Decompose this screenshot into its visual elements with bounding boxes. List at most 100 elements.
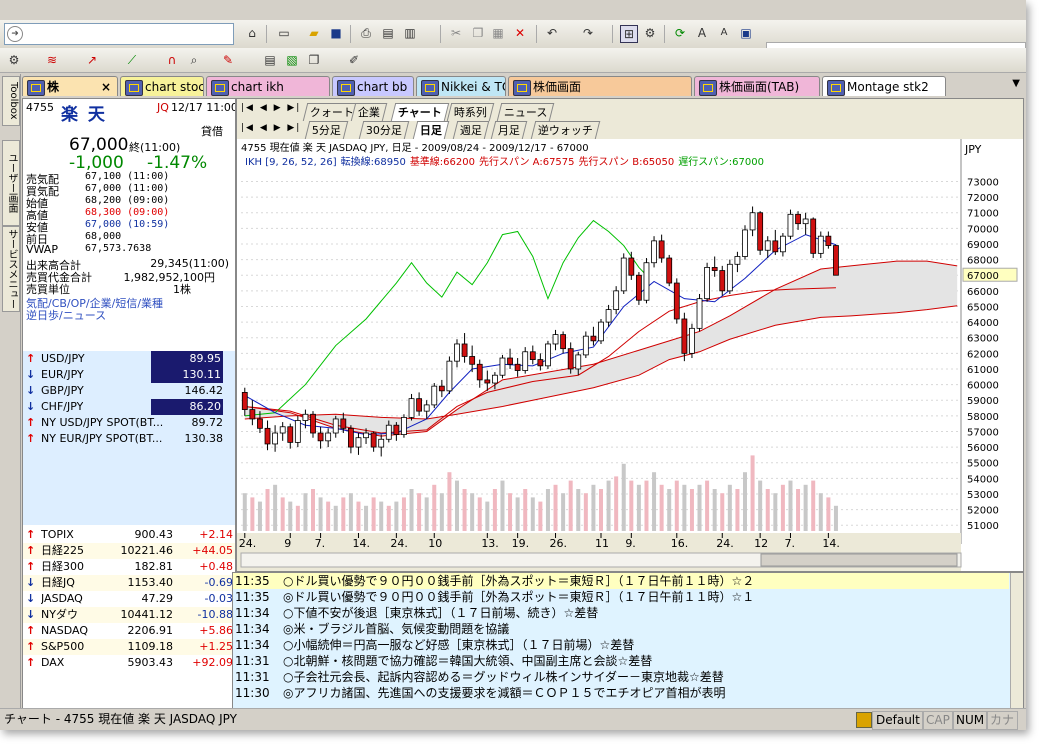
news-headline: ◎ドル買い優勢で９０円００銭手前［外為スポット＝東短Ｒ］（１７日午前１１時）☆１ — [283, 590, 755, 604]
fx-row[interactable]: ↓ CHF/JPY 86.20 — [23, 399, 235, 415]
news-row[interactable]: 11:34 ◎米・ブラジル首脳、気候変動問題を協議 — [233, 621, 1009, 637]
note-icon[interactable]: ✐ — [346, 52, 362, 68]
index-row[interactable]: ↓ JASDAQ 47.29 -0.03 — [23, 591, 235, 607]
settings-icon[interactable]: ⚙ — [642, 25, 658, 41]
delete-icon[interactable]: ✕ — [512, 25, 528, 41]
index-row[interactable]: ↑ TOPIX 900.43 +2.14 — [23, 527, 235, 543]
chart-nav-top[interactable]: |◀ ◀ ▶ ▶| — [241, 103, 301, 113]
news-time: 11:34 — [235, 638, 270, 652]
tab-label: 株 — [47, 80, 60, 94]
go-icon[interactable]: ➜ — [7, 26, 23, 42]
magnet-icon[interactable]: ∩ — [164, 52, 180, 68]
undo-icon[interactable]: ↶ — [544, 25, 560, 41]
font-larger-icon[interactable]: A — [694, 25, 710, 41]
news-row[interactable]: 11:35 ○ドル買い優勢で９０円００銭手前［外為スポット＝東短Ｒ］（１７日午前１… — [233, 573, 1009, 589]
index-row[interactable]: ↑ S&P500 1109.18 +1.25 — [23, 639, 235, 655]
refresh-icon[interactable]: ⟳ — [672, 25, 688, 41]
user-screen-button[interactable]: ユーザー画面 — [2, 140, 20, 226]
index-row[interactable]: ↑ 日経300 182.81 +0.48 — [23, 559, 235, 575]
chart-tab-top-3[interactable]: 時系列 — [446, 103, 495, 121]
new-icon[interactable]: ▭ — [276, 25, 292, 41]
index-row[interactable]: ↑ DAX 5903.43 +92.09 — [23, 655, 235, 671]
x-tick-label: 14. — [352, 537, 370, 550]
service-menu-button[interactable]: サービスメニュー — [2, 226, 20, 312]
fx-value: 89.72 — [191, 416, 224, 429]
index-row[interactable]: ↓ 日経JQ 1153.40 -0.69 — [23, 575, 235, 591]
tab-4[interactable]: Nikkei & TOPIX charts — [416, 76, 506, 96]
chart-tab-top-2[interactable]: チャート — [390, 103, 450, 121]
news-row[interactable]: 11:31 ○北朝鮮・核問題で協力確認＝韓国大統領、中国副主席と会談☆差替 — [233, 653, 1009, 669]
tab-6[interactable]: 株価画面(TAB) — [694, 76, 820, 96]
tab-7[interactable]: Montage stk2 — [822, 76, 946, 96]
volume-bar — [606, 480, 611, 531]
list-icon[interactable]: ▤ — [262, 52, 278, 68]
index-row[interactable]: ↓ NYダウ 10441.12 -10.88 — [23, 607, 235, 623]
fx-row[interactable]: ↑ NY EUR/JPY SPOT(BT... 130.38 — [23, 431, 235, 447]
quote-links-2[interactable]: 逆日歩/ニュース — [26, 307, 106, 323]
ichimoku-chart[interactable]: 4755 現在値 楽 天 JASDAQ JPY, 日足 - 2009/08/24… — [237, 139, 1023, 571]
chart-tab-bottom-0[interactable]: 5分足 — [304, 121, 349, 139]
chart-header: 4755 現在値 楽 天 JASDAQ JPY, 日足 - 2009/08/24… — [241, 141, 589, 154]
scrollbar-thumb[interactable] — [760, 553, 958, 567]
news-row[interactable]: 11:30 ◎アフリカ諸国、先進国への支援要求を減額＝ＣＯＰ１５でエチオピア首相が… — [233, 685, 1009, 701]
news-row[interactable]: 11:31 ○子会社元会長、起訴内容認める＝グッドウィル株インサイダー－東京地裁☆… — [233, 669, 1009, 685]
legend-kijun: 基準線:66200 — [410, 155, 475, 168]
fx-row[interactable]: ↓ GBP/JPY 146.42 — [23, 383, 235, 399]
drawing-icon[interactable]: ↗ — [84, 52, 100, 68]
tab-0[interactable]: 株 × — [22, 76, 118, 96]
copy-chart-icon[interactable]: ❐ — [306, 52, 322, 68]
news-row[interactable]: 11:34 ○小幅続伸＝円高一服など好感［東京株式］（１７日前場）☆差替 — [233, 637, 1009, 653]
index-row[interactable]: ↑ NASDAQ 2206.91 +5.86 — [23, 623, 235, 639]
paste-icon[interactable]: ▦ — [490, 25, 506, 41]
preview-icon[interactable]: ▤ — [380, 25, 396, 41]
toolbox-button[interactable]: Toolbox — [2, 76, 20, 126]
cut-icon[interactable]: ✂ — [448, 25, 464, 41]
legend-spanA: 先行スパン A:67575 — [479, 155, 575, 168]
layout-icon[interactable]: ⊞ — [620, 25, 638, 43]
open-icon[interactable]: ▰ — [306, 25, 322, 41]
save-icon[interactable]: ■ — [328, 25, 344, 41]
symbol-input[interactable]: ➜ — [4, 23, 234, 45]
window-icon[interactable]: ▣ — [738, 25, 754, 41]
arrow-up-icon: ↑ — [26, 640, 36, 653]
index-change: +5.86 — [199, 624, 233, 637]
volume-bar — [538, 501, 543, 531]
tab-1[interactable]: chart stock — [120, 76, 204, 96]
chart-tab-bottom-5[interactable]: 逆ウォッチ — [530, 121, 601, 139]
news-row[interactable]: 11:34 ○下値不安が後退［東京株式］（１７日前場、続き）☆差替 — [233, 605, 1009, 621]
trendline-icon[interactable]: ⟋ — [124, 52, 140, 68]
export-icon[interactable]: ▧ — [284, 52, 300, 68]
redo-icon[interactable]: ↷ — [580, 25, 596, 41]
index-name: NASDAQ — [41, 624, 89, 637]
news-time: 11:34 — [235, 606, 270, 620]
tab-3[interactable]: chart bb — [332, 76, 414, 96]
zoom-icon[interactable]: ⌕ — [186, 52, 202, 68]
chart-tab-bottom-3[interactable]: 週足 — [452, 121, 490, 139]
chart-tab-bottom-1[interactable]: 30分足 — [358, 121, 410, 139]
tab-list-icon[interactable]: ▼ — [1012, 78, 1020, 89]
copy-icon[interactable]: ❐ — [470, 25, 486, 41]
tab-5[interactable]: 株価画面 — [508, 76, 692, 96]
index-row[interactable]: ↑ 日経225 10221.46 +44.05 — [23, 543, 235, 559]
indicator-icon[interactable]: ≋ — [44, 52, 60, 68]
print-icon[interactable]: ⎙ — [358, 25, 374, 41]
pointer-icon[interactable]: ✎ — [220, 52, 236, 68]
copy-page-icon[interactable]: ▥ — [402, 25, 418, 41]
chart-tab-bottom-2[interactable]: 日足 — [412, 121, 450, 139]
fx-row[interactable]: ↓ EUR/JPY 130.11 — [23, 367, 235, 383]
chart-nav-bottom[interactable]: |◀ ◀ ▶ ▶| — [241, 123, 301, 133]
tab-2[interactable]: chart ikh — [206, 76, 330, 96]
gear-icon[interactable]: ⚙ — [6, 52, 22, 68]
news-row[interactable]: 11:35 ◎ドル買い優勢で９０円００銭手前［外為スポット＝東短Ｒ］（１７日午前１… — [233, 589, 1009, 605]
chart-tab-top-4[interactable]: ニュース — [496, 103, 555, 121]
chart-tab-top-1[interactable]: 企業 — [350, 103, 388, 121]
left-panel: 4755 楽 天 JQ 12/17 11:00 貸借 67,000 終(11:0… — [22, 98, 236, 710]
close-icon[interactable]: × — [101, 77, 111, 96]
fx-row[interactable]: ↑ USD/JPY 89.95 — [23, 351, 235, 367]
volume-bar — [508, 493, 513, 531]
font-smaller-icon[interactable]: A — [716, 25, 732, 41]
news-scrollbar[interactable] — [1010, 573, 1023, 709]
fx-row[interactable]: ↑ NY USD/JPY SPOT(BT... 89.72 — [23, 415, 235, 431]
home-icon[interactable]: ⌂ — [244, 25, 260, 41]
chart-tab-bottom-4[interactable]: 月足 — [490, 121, 528, 139]
